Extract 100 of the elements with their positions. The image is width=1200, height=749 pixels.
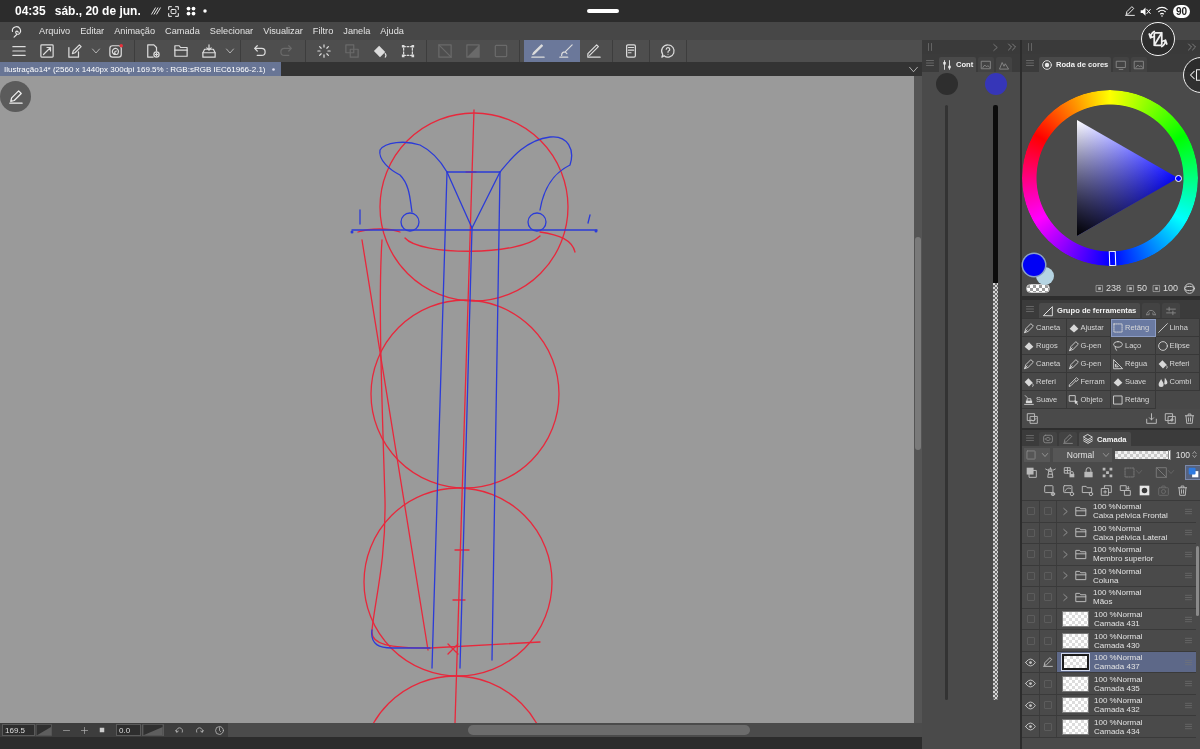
- panel-tab[interactable]: [1039, 432, 1057, 446]
- drag-handle-icon[interactable]: [1185, 550, 1192, 558]
- trash-icon[interactable]: [1177, 485, 1188, 496]
- rotate-left-icon[interactable]: [175, 725, 184, 735]
- chevron-right-icon[interactable]: [1062, 572, 1069, 580]
- lock-icon[interactable]: [1083, 466, 1094, 478]
- eye-icon[interactable]: [1025, 678, 1036, 690]
- pen-button[interactable]: [0, 81, 31, 112]
- sphere-icon[interactable]: [1184, 282, 1195, 294]
- menu-item[interactable]: Selecionar: [209, 26, 254, 36]
- download-icon[interactable]: [1146, 413, 1157, 424]
- double-chevron-icon[interactable]: [1188, 43, 1196, 51]
- eraser-icon: [1113, 376, 1123, 387]
- menu-item[interactable]: Visualizar: [263, 26, 303, 36]
- menu-icon[interactable]: [1026, 305, 1034, 313]
- double-chevron-icon[interactable]: [1008, 43, 1016, 51]
- menu-item[interactable]: Editar: [80, 26, 105, 36]
- chevron-right-icon[interactable]: [1062, 550, 1069, 558]
- drag-handle-icon[interactable]: [1185, 529, 1192, 537]
- menu-item[interactable]: Animação: [114, 26, 156, 36]
- new-layer-icon[interactable]: [1044, 485, 1055, 496]
- layer-thumbnail: [1062, 718, 1089, 735]
- chevron-right-icon[interactable]: [1062, 593, 1069, 601]
- opacity-slider[interactable]: [1115, 450, 1171, 459]
- scrollbar-thumb[interactable]: [468, 725, 750, 735]
- wedge-icon[interactable]: [142, 724, 164, 736]
- duplicate-icon[interactable]: [1165, 413, 1176, 424]
- layer-name: Caixa pélvica Lateral: [1093, 532, 1169, 542]
- drag-handle-icon[interactable]: [1185, 615, 1192, 623]
- stop-icon[interactable]: [99, 727, 105, 733]
- selection-dropdown[interactable]: [1121, 464, 1145, 480]
- main-color-swatch[interactable]: [1023, 254, 1045, 276]
- scrollbar-thumb[interactable]: [915, 237, 921, 450]
- chevron-right-icon[interactable]: [1062, 507, 1069, 515]
- panel-tab[interactable]: [1131, 57, 1148, 72]
- chevron-down-icon[interactable]: [909, 64, 918, 74]
- chevron-right-icon[interactable]: [992, 43, 999, 51]
- layer-item[interactable]: 100 %Normal Camada 437: [1057, 651, 1196, 673]
- drag-handle-icon[interactable]: [1185, 637, 1192, 645]
- eye-icon[interactable]: [1025, 656, 1036, 668]
- rotation-field[interactable]: 0.0: [116, 724, 141, 736]
- panel-tab[interactable]: [1059, 432, 1077, 446]
- copy-layer-icon[interactable]: [1101, 485, 1112, 496]
- reset-icon[interactable]: [215, 725, 224, 735]
- trash-icon[interactable]: [1184, 413, 1195, 424]
- plus-icon[interactable]: [81, 726, 88, 734]
- slider-thumb[interactable]: [1167, 449, 1171, 460]
- slashed-square-icon: [438, 44, 452, 58]
- layers-check-icon[interactable]: [1027, 413, 1038, 424]
- grip-icon[interactable]: [1026, 43, 1034, 51]
- opacity-spinbox[interactable]: 100: [1175, 449, 1198, 460]
- panel-tab[interactable]: [1142, 303, 1161, 318]
- transparency-swatch[interactable]: [1026, 283, 1050, 293]
- mask-icon[interactable]: [1139, 485, 1150, 496]
- eye-icon[interactable]: [1025, 699, 1036, 711]
- drag-handle-icon[interactable]: [1185, 572, 1192, 580]
- brush-button[interactable]: [552, 40, 580, 62]
- color-picker-marker[interactable]: [1175, 175, 1182, 182]
- drag-handle-icon[interactable]: [1185, 507, 1192, 515]
- grip-icon[interactable]: [926, 43, 934, 51]
- blend-mode-dropdown[interactable]: Normal: [1052, 447, 1113, 462]
- pen-stroke-button[interactable]: [524, 40, 552, 62]
- menu-item[interactable]: Arquivo: [39, 26, 71, 36]
- menu-icon[interactable]: [926, 59, 934, 67]
- zoom-field[interactable]: 169.5: [2, 724, 35, 736]
- document-tab[interactable]: Ilustração14* (2560 x 1440px 300dpi 169.5% : RGB:sRGB IEC61966-2.1): [0, 62, 281, 76]
- drag-handle-icon[interactable]: [1185, 680, 1192, 688]
- drag-handle-icon[interactable]: [1185, 593, 1192, 601]
- menu-item[interactable]: Camada: [165, 26, 200, 36]
- color-triangle[interactable]: [1077, 120, 1178, 236]
- menu-item[interactable]: Filtro: [312, 26, 334, 36]
- clipping-icon[interactable]: [1026, 466, 1037, 478]
- chevron-right-icon[interactable]: [1062, 529, 1069, 537]
- scrollbar-thumb[interactable]: [1196, 546, 1199, 616]
- eye-icon[interactable]: [1025, 721, 1036, 733]
- merge-icon[interactable]: [1120, 485, 1131, 496]
- camera-icon[interactable]: [1158, 485, 1169, 496]
- menu-item[interactable]: Ajuda: [380, 26, 404, 36]
- panel-tab[interactable]: [1113, 57, 1130, 72]
- undo-icon: [252, 44, 266, 58]
- transparency-lock-icon[interactable]: [1064, 466, 1075, 478]
- home-indicator[interactable]: [586, 9, 619, 13]
- panel-tab[interactable]: [978, 57, 995, 72]
- menu-icon[interactable]: [1026, 434, 1034, 442]
- drag-handle-icon[interactable]: [1185, 723, 1192, 731]
- color-dropdown[interactable]: [1024, 447, 1050, 462]
- slider-track[interactable]: [993, 105, 998, 700]
- new-folder-icon[interactable]: [1082, 485, 1093, 496]
- pixel-grid-icon[interactable]: [1102, 466, 1113, 478]
- menu-item[interactable]: Janela: [343, 26, 371, 36]
- panel-tab[interactable]: [1162, 303, 1181, 318]
- swirl-logo-icon[interactable]: [10, 24, 23, 38]
- wedge-icon[interactable]: [36, 724, 52, 736]
- panel-tab[interactable]: [996, 57, 1013, 72]
- rotate-right-icon[interactable]: [195, 725, 204, 735]
- new-vector-layer-icon[interactable]: [1063, 485, 1074, 496]
- menu-icon[interactable]: [1026, 59, 1034, 67]
- lighthouse-icon[interactable]: [1045, 466, 1056, 478]
- pencil-icon[interactable]: [1043, 657, 1053, 668]
- drag-handle-icon[interactable]: [1185, 701, 1192, 709]
